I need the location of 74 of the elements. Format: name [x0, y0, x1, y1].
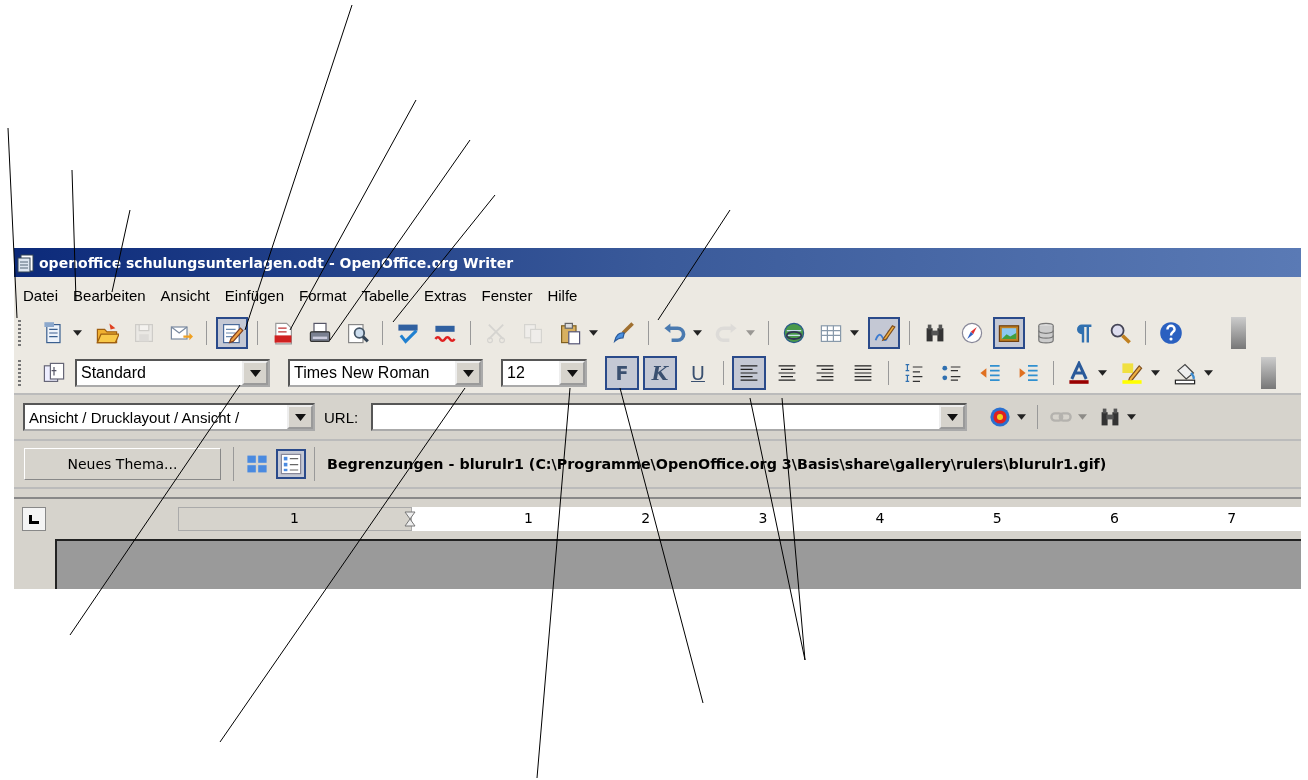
font-color-icon	[1067, 361, 1091, 385]
ruler-number: 5	[992, 510, 1002, 526]
brush-icon	[611, 321, 635, 345]
pencil-page-icon	[220, 321, 244, 345]
caret-icon	[946, 413, 958, 421]
ruler-number: 2	[641, 510, 651, 526]
text-style-button[interactable]: U	[681, 356, 715, 390]
menu-item[interactable]: Einfügen	[224, 286, 284, 304]
paint-bucket-icon	[1173, 361, 1197, 385]
highlighter-icon	[1120, 361, 1144, 385]
dropdown-arrow-icon[interactable]	[1204, 370, 1213, 376]
new-theme-button[interactable]: Neues Thema...	[24, 448, 221, 480]
combo-box[interactable]: 12	[501, 359, 587, 387]
ruler-number: 1	[524, 510, 533, 526]
dropdown-arrow-icon[interactable]	[1098, 370, 1107, 376]
menu-item[interactable]: Tabelle	[361, 286, 410, 304]
window-title: openoffice schulungsunterlagen.odt - OpenOffice.org Writer	[39, 254, 514, 271]
ruler-number: 7	[1227, 510, 1237, 526]
text-style-button[interactable]: K	[643, 356, 677, 390]
caret-icon	[294, 413, 306, 421]
ruler-number: 6	[1110, 510, 1119, 526]
clipboard-icon	[558, 321, 582, 345]
compass-icon	[960, 321, 984, 345]
menu-item[interactable]: Fenster	[481, 286, 533, 304]
dropdown-arrow-icon[interactable]	[589, 330, 598, 336]
undo-icon	[662, 321, 686, 345]
menu-item[interactable]: Hilfe	[547, 286, 578, 304]
toolbar-overflow-button[interactable]	[1261, 357, 1276, 389]
document-stack-icon	[16, 252, 36, 273]
menu-item[interactable]: Extras	[424, 286, 467, 304]
dropdown-button[interactable]	[939, 405, 966, 429]
combo-box[interactable]: Standard	[75, 359, 270, 387]
menu-item[interactable]: Ansicht	[160, 286, 210, 304]
ruler-number: 1	[290, 510, 299, 526]
ruler-number: 3	[758, 510, 768, 526]
help-icon	[1159, 321, 1183, 345]
menu-item[interactable]: Format	[299, 286, 347, 304]
dropdown-button[interactable]	[559, 361, 585, 385]
caret-icon	[566, 369, 578, 377]
dropdown-button[interactable]	[455, 361, 481, 385]
toolbar-grip[interactable]	[18, 360, 21, 386]
framed-picture-button[interactable]	[993, 317, 1025, 349]
align-left-button[interactable]	[732, 356, 766, 390]
zoom-icon	[1108, 321, 1132, 345]
text-style-button[interactable]: F	[605, 356, 639, 390]
menu-item[interactable]: Bearbeiten	[73, 286, 146, 304]
dropdown-button[interactable]	[287, 405, 313, 429]
page-magnifier-icon	[345, 321, 369, 345]
dropdown-button[interactable]	[242, 361, 268, 385]
copy-icon	[521, 321, 545, 345]
url-label: URL:	[324, 408, 359, 426]
menu-item[interactable]: Datei	[23, 286, 59, 304]
list-view-button[interactable]	[276, 449, 306, 479]
dropdown-arrow-icon[interactable]	[1151, 370, 1160, 376]
tab-stop-button[interactable]	[22, 507, 46, 531]
list-view-icon	[279, 452, 303, 476]
caret-icon	[462, 369, 474, 377]
printer-icon	[308, 321, 332, 345]
url-field[interactable]	[371, 403, 968, 431]
dropdown-arrow-icon[interactable]	[73, 330, 82, 336]
folder-icon	[95, 321, 119, 345]
dropdown-arrow-icon[interactable]	[1127, 414, 1137, 420]
caret-icon	[249, 369, 261, 377]
pencil-curve-button[interactable]	[868, 317, 900, 349]
dropdown-arrow-icon[interactable]	[850, 330, 859, 336]
dropdown-arrow-icon[interactable]	[1017, 414, 1027, 420]
ruler-number: 4	[875, 510, 885, 526]
combo-box[interactable]: Times New Roman	[288, 359, 483, 387]
dropdown-arrow-icon[interactable]	[693, 330, 702, 336]
globe-icon	[782, 321, 806, 345]
toolbar-grip[interactable]	[18, 320, 21, 346]
styles-icon	[42, 361, 66, 385]
pencil-page-button[interactable]	[216, 317, 248, 349]
toolbar-overflow-button[interactable]	[1231, 317, 1246, 349]
